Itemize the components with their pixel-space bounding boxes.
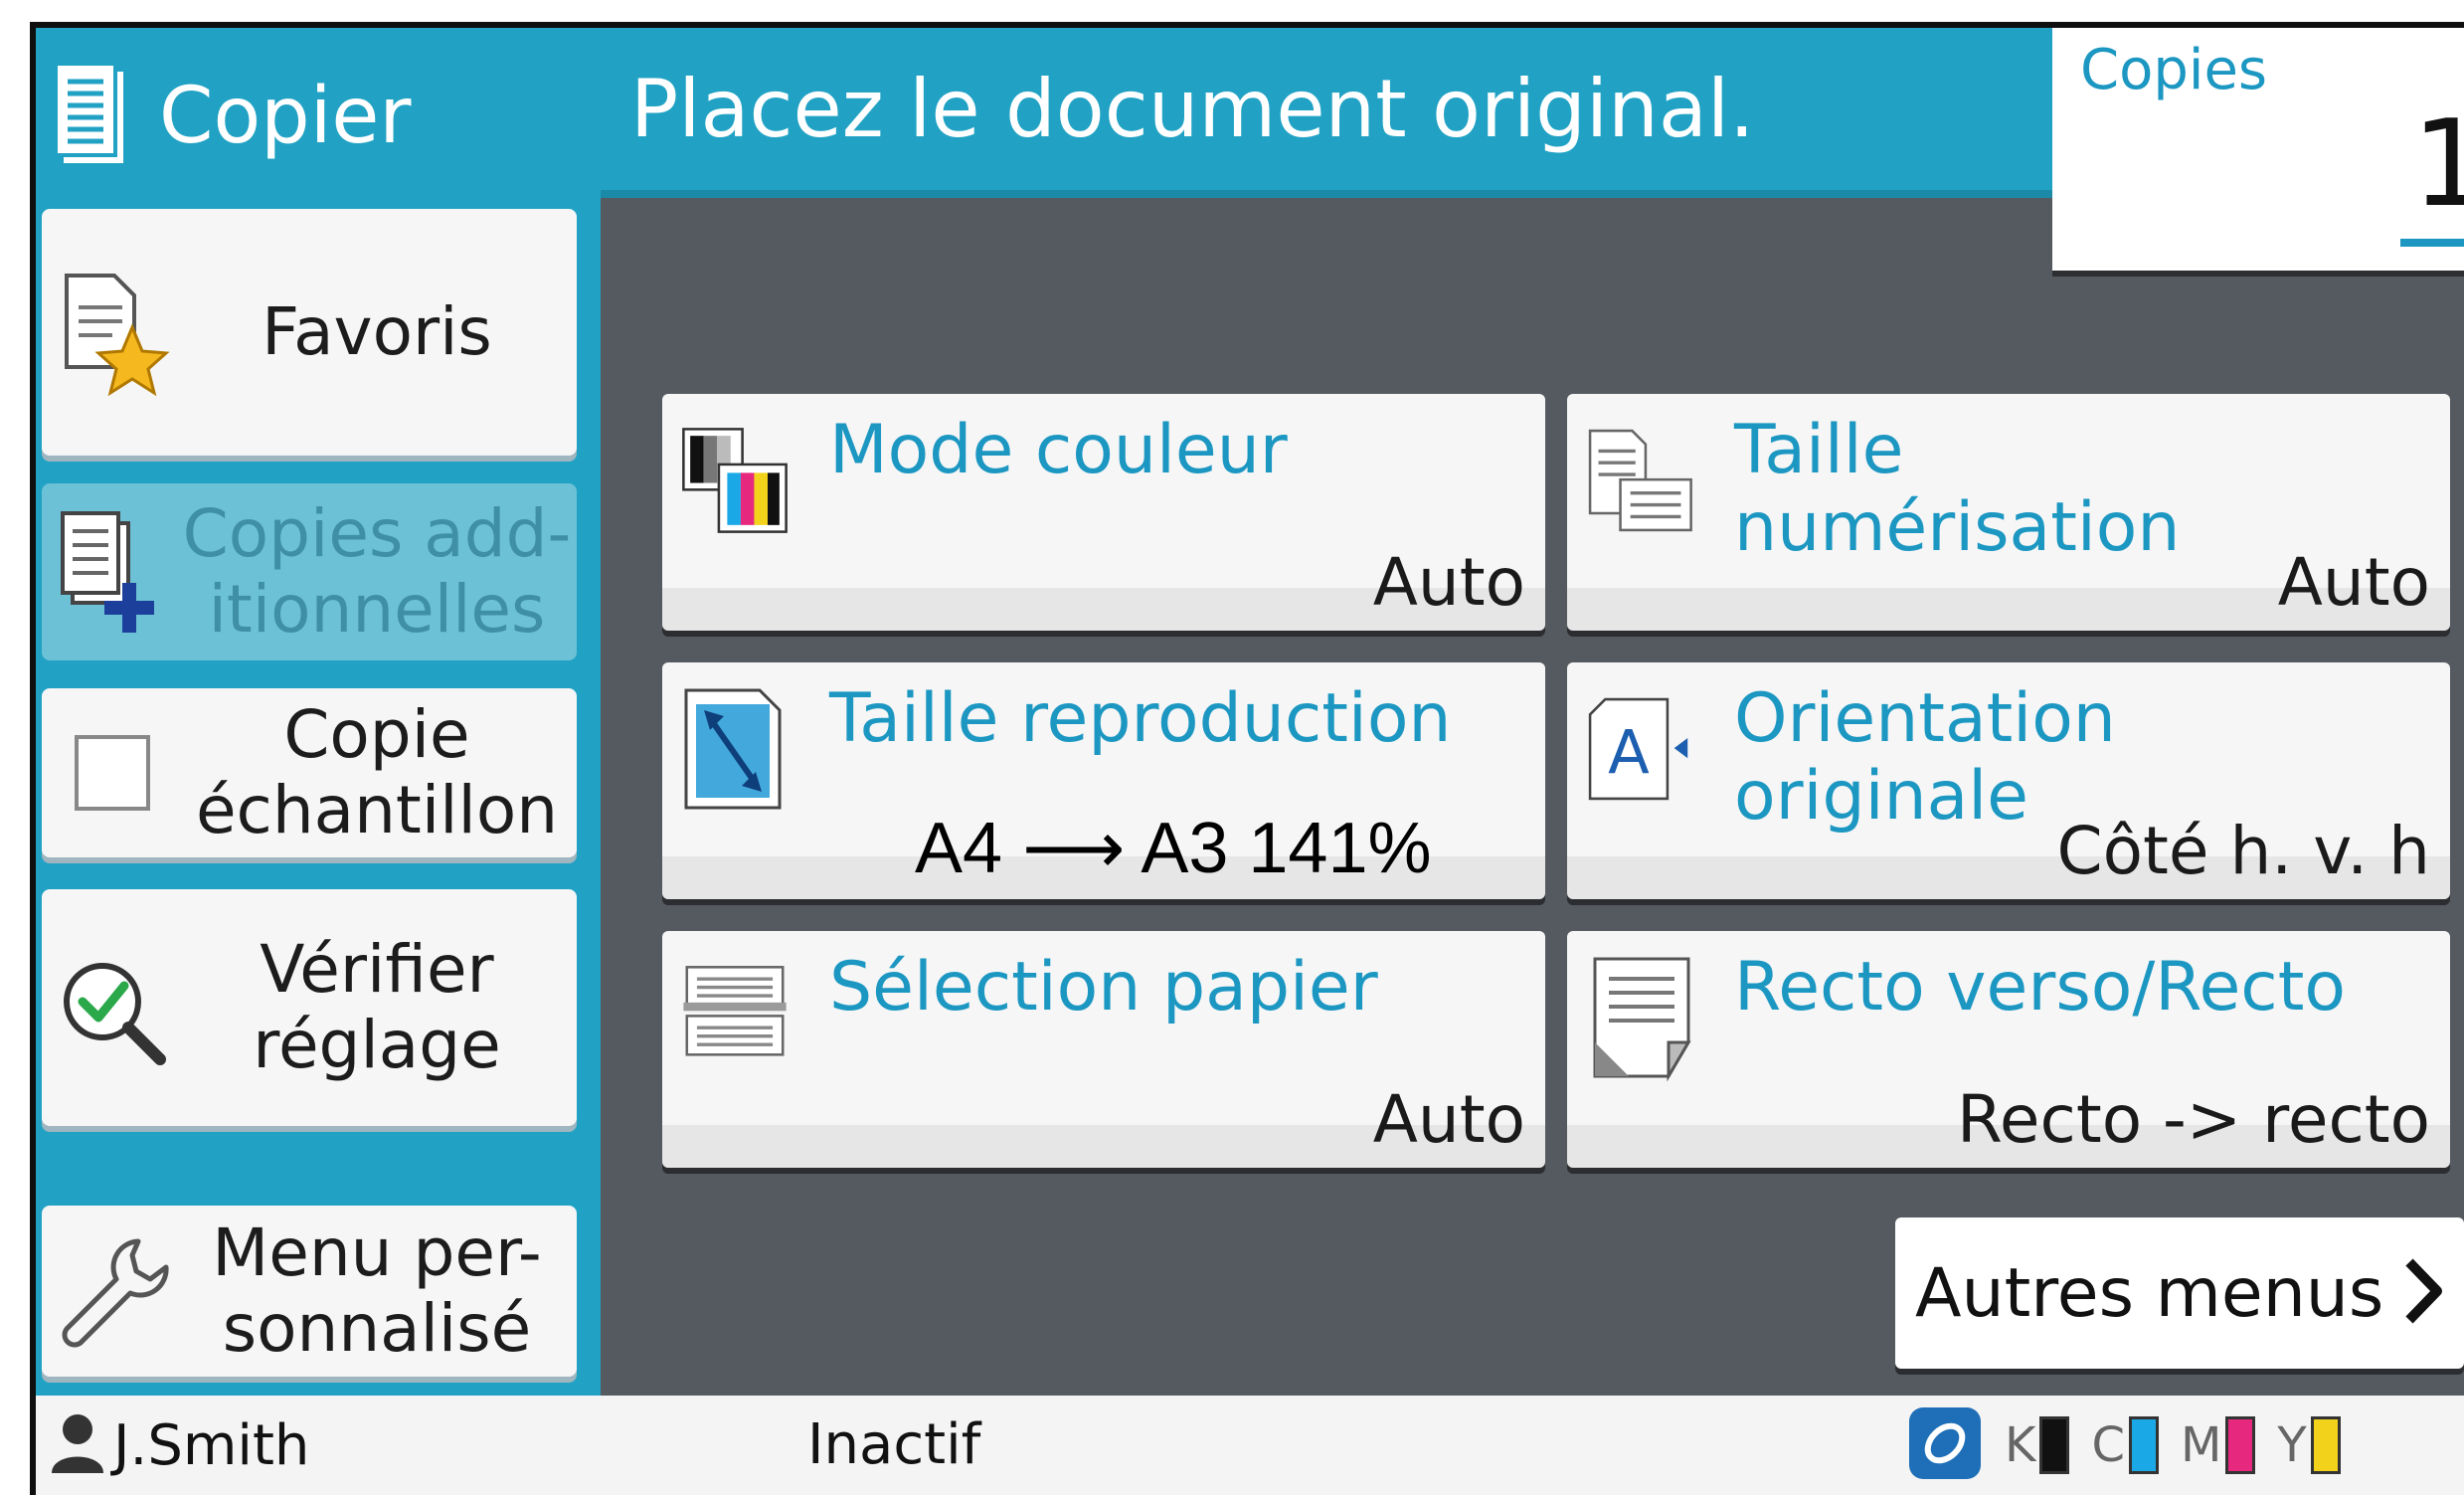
ink-m-level (2225, 1416, 2256, 1474)
scan-size-value: Auto (2277, 544, 2430, 621)
app-title-text: Copier (159, 72, 412, 161)
status-bar: J.Smith Inactif K C M Y (36, 1396, 2464, 1495)
main-panel: Placez le document original. Copies 1 Mo… (601, 28, 2464, 1396)
favorites-star-icon (48, 268, 177, 397)
copies-cursor (2400, 239, 2464, 247)
custom-menu-button[interactable]: Menu per- sonnalisé (42, 1206, 577, 1377)
ink-m-letter: M (2181, 1417, 2222, 1473)
check-settings-magnifier-icon (48, 948, 177, 1067)
original-orientation-button[interactable]: A Orientation originale Côté h. v. h (1567, 662, 2450, 899)
ink-y-letter: Y (2277, 1417, 2307, 1473)
svg-text:A: A (1608, 718, 1650, 789)
more-menus-label: Autres menus (1915, 1253, 2384, 1333)
ink-y-level (2310, 1416, 2341, 1474)
orientation-icon: A (1585, 684, 1694, 814)
copier-screen: Copier Favoris Copies add- itionnelles C… (30, 22, 2464, 1495)
sample-copy-label: Copie échantillon (195, 696, 559, 848)
additional-copies-label: Copies add- itionnelles (182, 495, 572, 648)
checkbox-icon[interactable] (48, 731, 177, 815)
paper-selection-title: Sélection papier (829, 948, 1378, 1027)
chevron-right-icon (2401, 1256, 2445, 1330)
reproduction-size-title: Taille reproduction (829, 679, 1452, 758)
ink-levels: K C M Y (1907, 1396, 2341, 1495)
more-menus-button[interactable]: Autres menus (1895, 1217, 2464, 1369)
copies-counter[interactable]: Copies 1 (2052, 28, 2464, 271)
check-settings-button[interactable]: Vérifier réglage (42, 889, 577, 1126)
user-info[interactable]: J.Smith (50, 1396, 309, 1495)
sidebar: Copier Favoris Copies add- itionnelles C… (36, 28, 601, 1396)
machine-state: Inactif (807, 1412, 981, 1477)
color-mode-title: Mode couleur (829, 411, 1288, 489)
duplex-icon (1585, 953, 1694, 1082)
scan-size-title: Taille numérisation (1734, 411, 2181, 567)
copier-document-icon (54, 60, 131, 173)
reproduction-size-icon (680, 684, 790, 814)
user-icon (50, 1411, 105, 1479)
reproduction-size-button[interactable]: Taille reproduction A4 ⟶ A3 141% (662, 662, 1545, 899)
copies-label: Copies (2080, 38, 2268, 102)
paper-tray-icon (680, 953, 790, 1082)
duplex-button[interactable]: Recto verso/Recto Recto -> recto (1567, 931, 2450, 1168)
scan-size-icon (1585, 416, 1694, 545)
status-message: Placez le document original. (630, 63, 1755, 155)
favorites-button[interactable]: Favoris (42, 209, 577, 456)
additional-copies-button[interactable]: Copies add- itionnelles (42, 483, 577, 660)
ink-c-level (2129, 1416, 2159, 1474)
ink-c-letter: C (2091, 1417, 2125, 1473)
color-mode-value: Auto (1372, 544, 1525, 621)
ink-k-level (2039, 1416, 2070, 1474)
app-title: Copier (54, 42, 591, 191)
favorites-label: Favoris (262, 293, 492, 370)
paper-selection-value: Auto (1372, 1081, 1525, 1158)
original-orientation-value: Côté h. v. h (2056, 813, 2430, 889)
custom-menu-label: Menu per- sonnalisé (212, 1215, 542, 1367)
scan-size-button[interactable]: Taille numérisation Auto (1567, 394, 2450, 631)
duplex-title: Recto verso/Recto (1734, 948, 2346, 1027)
paper-selection-button[interactable]: Sélection papier Auto (662, 931, 1545, 1168)
color-mode-button[interactable]: Mode couleur Auto (662, 394, 1545, 631)
copies-value: 1 (2411, 95, 2464, 234)
sample-copy-button[interactable]: Copie échantillon (42, 688, 577, 857)
ink-k-letter: K (2005, 1417, 2036, 1473)
user-name: J.Smith (113, 1412, 310, 1478)
add-copies-icon (48, 507, 177, 637)
network-link-icon[interactable] (1907, 1405, 1983, 1485)
check-settings-label: Vérifier réglage (253, 931, 501, 1083)
wrench-icon (48, 1231, 177, 1351)
reproduction-size-value: A4 ⟶ A3 141% (915, 809, 1432, 888)
duplex-value: Recto -> recto (1957, 1081, 2430, 1158)
color-mode-icon (680, 416, 790, 545)
